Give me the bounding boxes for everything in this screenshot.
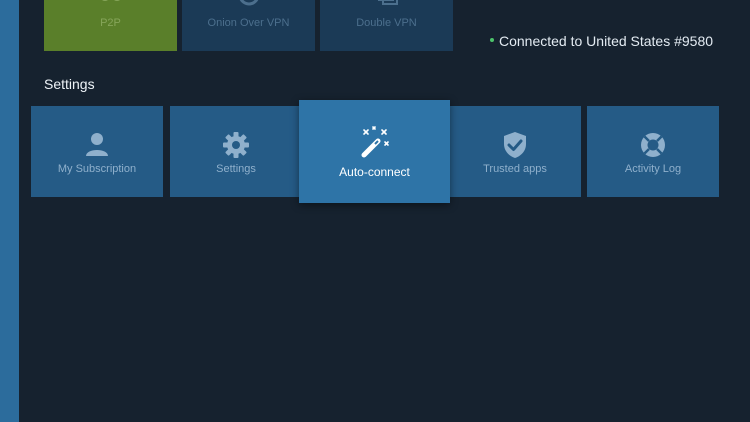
onion-icon — [239, 0, 258, 6]
tile-settings[interactable]: Settings — [170, 106, 302, 197]
tile-onion-label: Onion Over VPN — [207, 17, 290, 29]
tile-label: My Subscription — [57, 163, 137, 175]
shield-check-icon — [504, 132, 526, 158]
status-text: Connected to United States #9580 — [499, 33, 714, 49]
lifebuoy-icon — [641, 133, 665, 157]
user-icon — [86, 133, 108, 156]
tile-label: Trusted apps — [483, 163, 547, 175]
double-vpn-icon — [377, 0, 398, 5]
side-strip — [0, 0, 19, 422]
tile-label: Auto-connect — [339, 165, 410, 179]
tile-trusted-apps[interactable]: Trusted apps — [449, 106, 581, 197]
tile-activity-log[interactable]: Activity Log — [587, 106, 719, 197]
tile-label: Activity Log — [624, 163, 682, 175]
gear-icon — [223, 132, 249, 158]
p2p-icon — [101, 0, 120, 1]
tile-double-label: Double VPN — [356, 17, 417, 29]
connection-status: Connected to United States #9580 — [490, 33, 713, 49]
tile-p2p-label: P2P — [100, 17, 121, 29]
tile-onion-over-vpn[interactable]: Onion Over VPN — [182, 0, 315, 51]
status-indicator — [490, 38, 494, 43]
magic-wand-icon — [361, 126, 389, 158]
tile-double-vpn[interactable]: Double VPN — [320, 0, 453, 51]
tile-label: Settings — [216, 163, 256, 175]
tile-my-subscription[interactable]: My Subscription — [31, 106, 163, 197]
section-title: Settings — [44, 76, 95, 92]
tile-p2p[interactable]: P2P — [44, 0, 177, 51]
tile-auto-connect[interactable]: Auto-connect — [299, 100, 450, 203]
screen: P2P Onion Over VPN Double VPN Connected … — [0, 0, 750, 422]
